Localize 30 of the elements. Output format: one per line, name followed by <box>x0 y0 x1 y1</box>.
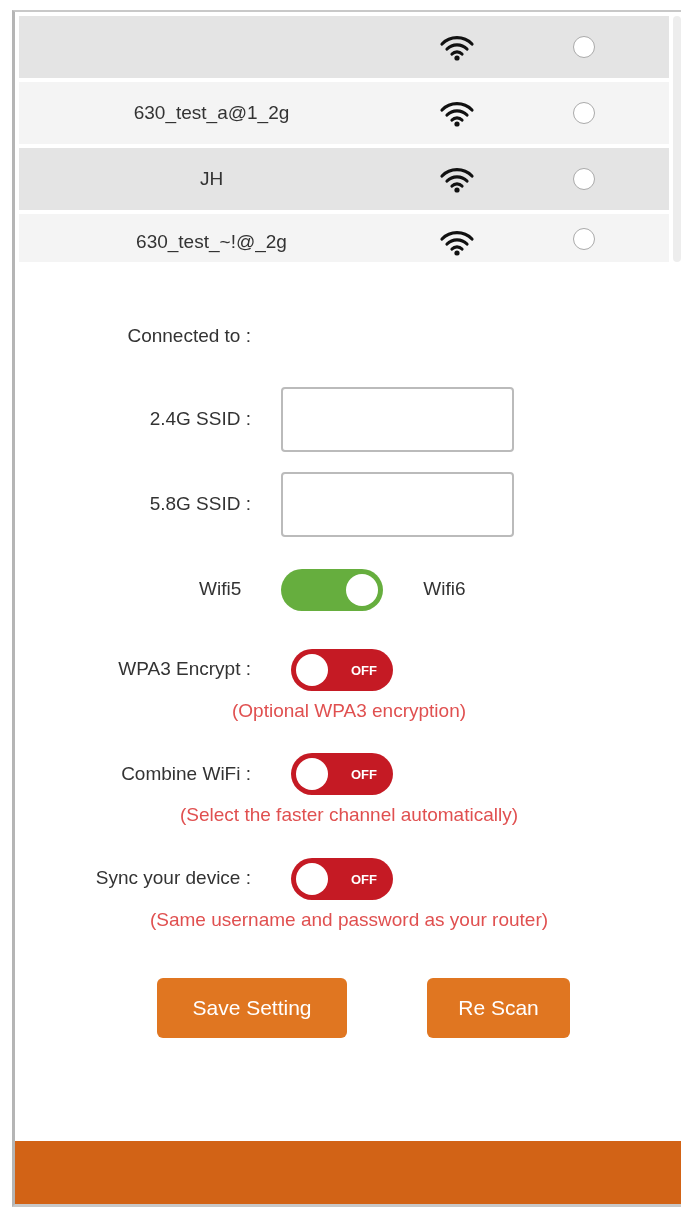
mode-label: Wifi5 <box>199 577 242 602</box>
field-label: 5.8G SSID : <box>148 491 251 516</box>
option-label: Combine WiFi : <box>120 761 251 786</box>
hint-text: (Optional WPA3 encryption) <box>231 698 467 723</box>
radio-button[interactable] <box>573 228 595 250</box>
network-name: 630_test_~!@_2g <box>136 231 287 252</box>
wifi-icon <box>438 99 475 127</box>
option-label: Sync your device : <box>94 866 251 891</box>
network-name: 630_test_a@1_2g <box>133 101 290 123</box>
radio-button[interactable] <box>573 168 595 190</box>
toggle-switch[interactable] <box>281 568 384 611</box>
rescan-button[interactable]: Re Scan <box>427 978 570 1038</box>
save-button[interactable]: Save Setting <box>157 978 347 1038</box>
mode-label: Wifi6 <box>423 577 466 602</box>
wifi-icon <box>438 165 475 193</box>
radio-button[interactable] <box>573 36 595 58</box>
hint-text: (Same username and password as your router) <box>149 907 549 932</box>
ssid-field[interactable] <box>281 386 514 452</box>
connected-label: Connected to : <box>126 324 251 348</box>
network-name: JH <box>199 167 224 189</box>
hint-text: (Select the faster channel automatically) <box>180 803 518 827</box>
toggle-switch[interactable]: OFF <box>291 857 393 900</box>
radio-button[interactable] <box>573 102 595 124</box>
field-label: 2.4G SSID : <box>148 406 251 431</box>
ssid-field[interactable] <box>281 471 514 537</box>
toggle-switch[interactable]: OFF <box>291 648 393 691</box>
option-label: WPA3 Encrypt : <box>117 657 251 682</box>
wifi-icon <box>438 228 475 256</box>
toggle-switch[interactable]: OFF <box>291 753 393 795</box>
wifi-icon <box>438 33 475 61</box>
